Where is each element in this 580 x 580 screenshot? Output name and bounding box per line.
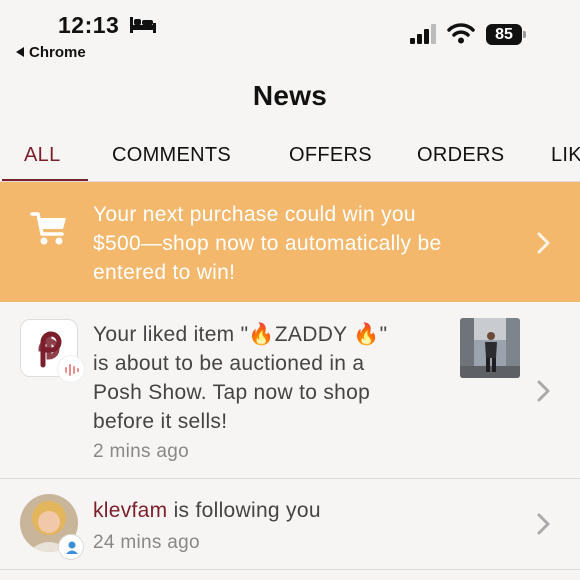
chevron-right-icon [537, 232, 550, 254]
promo-line: $500—shop now to automatically be [93, 232, 442, 255]
chevron-right-icon [537, 380, 550, 402]
follow-action-text: is following you [167, 499, 321, 522]
back-arrow-icon [16, 47, 24, 57]
tab-all[interactable]: ALL [24, 144, 61, 167]
status-time: 12:13 [58, 12, 120, 38]
tab-bar: ALL COMMENTS OFFERS ORDERS LIK [0, 138, 580, 182]
notification-timestamp: 2 mins ago [93, 441, 189, 462]
battery-level: 85 [495, 26, 513, 43]
notification-message: Your liked item "🔥ZADDY 🔥" is about to b… [93, 320, 387, 436]
tab-offers[interactable]: OFFERS [289, 144, 372, 167]
battery-indicator: 85 [486, 24, 526, 46]
message-line: Your liked item "🔥ZADDY 🔥" [93, 323, 388, 346]
message-line: before it sells! [93, 410, 228, 433]
status-bar: 12:13 Chrome 85 [0, 0, 580, 66]
listing-thumbnail[interactable] [460, 318, 520, 378]
username-link[interactable]: klevfam [93, 499, 167, 522]
chevron-right-icon [537, 513, 550, 535]
follow-message: klevfam is following you [93, 496, 321, 525]
promo-line: entered to win! [93, 261, 236, 284]
page-title: News [252, 80, 328, 111]
wifi-icon [447, 23, 475, 44]
message-line: Posh Show. Tap now to shop [93, 381, 371, 404]
divider [0, 569, 580, 570]
tab-orders[interactable]: ORDERS [417, 144, 504, 167]
follower-icon [58, 534, 84, 560]
promo-message: Your next purchase could win you $500—sh… [93, 200, 513, 287]
tab-comments[interactable]: COMMENTS [112, 144, 231, 167]
shopping-cart-icon [30, 212, 66, 245]
message-line: is about to be auctioned in a [93, 352, 365, 375]
back-to-app-link[interactable]: Chrome [16, 44, 86, 61]
back-app-label: Chrome [29, 44, 86, 61]
promo-line: Your next purchase could win you [93, 203, 416, 226]
notification-timestamp: 24 mins ago [93, 532, 200, 553]
sleep-focus-icon [130, 17, 156, 33]
cellular-signal-icon [410, 24, 436, 44]
tab-likes[interactable]: LIK [551, 144, 580, 167]
live-audio-icon [57, 355, 85, 383]
